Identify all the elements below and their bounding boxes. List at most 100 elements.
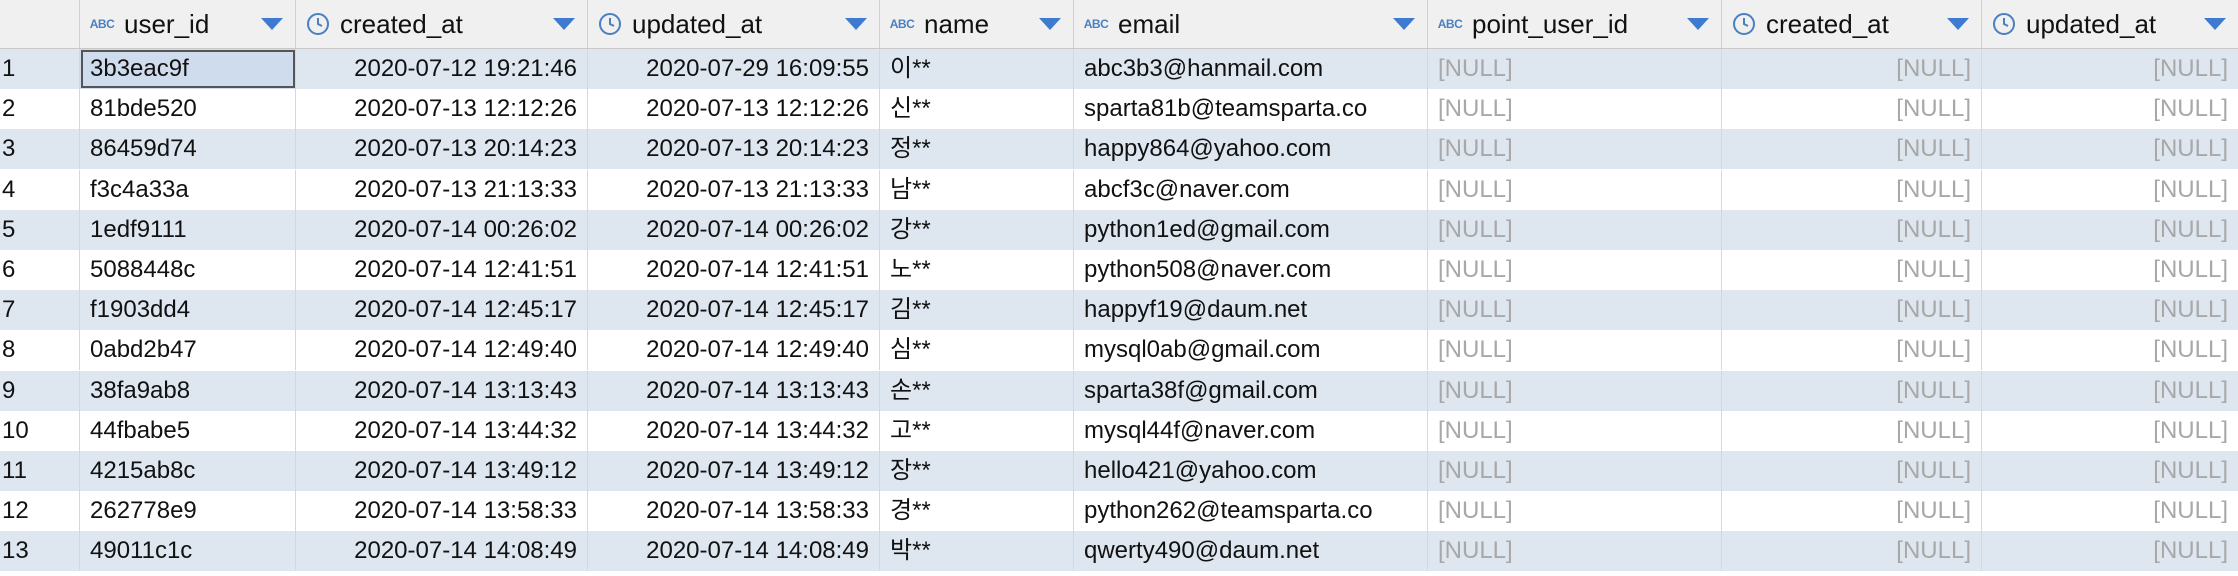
cell-created-at-2[interactable]: [NULL] (1722, 129, 1982, 170)
column-header-email[interactable]: ABC email (1074, 0, 1428, 48)
column-header-point-user-id[interactable]: ABC point_user_id (1428, 0, 1722, 48)
cell-point-user-id[interactable]: [NULL] (1428, 49, 1722, 89)
table-row[interactable]: 5 1edf9111 2020-07-14 00:26:02 2020-07-14 0… (0, 209, 2238, 250)
cell-created-at[interactable]: 2020-07-13 20:14:23 (296, 129, 588, 170)
cell-user-id[interactable]: 44fbabe5 (80, 410, 296, 451)
cell-updated-at[interactable]: 2020-07-14 13:58:33 (588, 491, 880, 532)
cell-updated-at-2[interactable]: [NULL] (1982, 210, 2238, 250)
cell-created-at[interactable]: 2020-07-14 13:49:12 (296, 451, 588, 491)
cell-user-id[interactable]: 1edf9111 (80, 209, 296, 250)
cell-point-user-id[interactable]: [NULL] (1428, 491, 1722, 532)
cell-created-at-2[interactable]: [NULL] (1722, 209, 1982, 250)
sort-arrow-icon[interactable] (553, 18, 575, 30)
cell-name[interactable]: 남** (880, 169, 1074, 210)
cell-updated-at-2[interactable]: [NULL] (1982, 371, 2238, 411)
cell-created-at[interactable]: 2020-07-13 12:12:26 (296, 89, 588, 130)
cell-email[interactable]: sparta81b@teamsparta.co (1074, 89, 1428, 130)
cell-updated-at-2[interactable]: [NULL] (1982, 411, 2238, 451)
column-header-updated-at[interactable]: updated_at (588, 0, 880, 48)
cell-email[interactable]: python508@naver.com (1074, 250, 1428, 290)
cell-updated-at-2[interactable]: [NULL] (1982, 531, 2238, 571)
cell-updated-at-2[interactable]: [NULL] (1982, 49, 2238, 89)
sort-arrow-icon[interactable] (261, 18, 283, 30)
cell-created-at-2[interactable]: [NULL] (1722, 491, 1982, 532)
cell-point-user-id[interactable]: [NULL] (1428, 330, 1722, 371)
cell-email[interactable]: mysql0ab@gmail.com (1074, 330, 1428, 371)
cell-updated-at[interactable]: 2020-07-29 16:09:55 (588, 49, 880, 89)
cell-created-at-2[interactable]: [NULL] (1722, 410, 1982, 451)
cell-created-at[interactable]: 2020-07-14 00:26:02 (296, 209, 588, 250)
row-number[interactable]: 2 (0, 89, 80, 130)
cell-updated-at[interactable]: 2020-07-14 14:08:49 (588, 531, 880, 572)
cell-email[interactable]: mysql44f@naver.com (1074, 410, 1428, 451)
cell-point-user-id[interactable]: [NULL] (1428, 209, 1722, 250)
cell-email[interactable]: sparta38f@gmail.com (1074, 370, 1428, 411)
cell-point-user-id[interactable]: [NULL] (1428, 451, 1722, 491)
cell-created-at[interactable]: 2020-07-14 12:49:40 (296, 330, 588, 371)
cell-updated-at-2[interactable]: [NULL] (1982, 129, 2238, 169)
cell-email[interactable]: abc3b3@hanmail.com (1074, 49, 1428, 89)
cell-name[interactable]: 강** (880, 209, 1074, 250)
cell-created-at-2[interactable]: [NULL] (1722, 370, 1982, 411)
cell-updated-at-2[interactable]: [NULL] (1982, 330, 2238, 370)
cell-name[interactable]: 노** (880, 250, 1074, 290)
table-row[interactable]: 1 3b3eac9f 2020-07-12 19:21:46 2020-07-29 1… (0, 49, 2238, 89)
sort-arrow-icon[interactable] (2204, 18, 2226, 30)
cell-user-id[interactable]: 262778e9 (80, 491, 296, 532)
row-number[interactable]: 5 (0, 209, 80, 250)
cell-created-at[interactable]: 2020-07-12 19:21:46 (296, 49, 588, 89)
cell-user-id[interactable]: 5088448c (80, 250, 296, 290)
cell-name[interactable]: 정** (880, 129, 1074, 170)
cell-user-id[interactable]: 3b3eac9f (80, 49, 296, 89)
cell-created-at-2[interactable]: [NULL] (1722, 169, 1982, 210)
cell-point-user-id[interactable]: [NULL] (1428, 531, 1722, 572)
cell-email[interactable]: python1ed@gmail.com (1074, 209, 1428, 250)
table-row[interactable]: 4 f3c4a33a 2020-07-13 21:13:33 2020-07-13 2… (0, 169, 2238, 210)
row-number[interactable]: 6 (0, 250, 80, 290)
table-row[interactable]: 3 86459d74 2020-07-13 20:14:23 2020-07-13 2… (0, 129, 2238, 170)
table-row[interactable]: 9 38fa9ab8 2020-07-14 13:13:43 2020-07-14 1… (0, 370, 2238, 411)
cell-point-user-id[interactable]: [NULL] (1428, 129, 1722, 170)
cell-updated-at-2[interactable]: [NULL] (1982, 89, 2238, 129)
cell-name[interactable]: 고** (880, 410, 1074, 451)
cell-created-at-2[interactable]: [NULL] (1722, 531, 1982, 572)
cell-updated-at[interactable]: 2020-07-13 20:14:23 (588, 129, 880, 170)
cell-created-at[interactable]: 2020-07-14 13:44:32 (296, 410, 588, 451)
cell-user-id[interactable]: 49011c1c (80, 531, 296, 572)
cell-updated-at[interactable]: 2020-07-13 21:13:33 (588, 169, 880, 210)
row-number-header[interactable] (0, 0, 80, 48)
cell-point-user-id[interactable]: [NULL] (1428, 169, 1722, 210)
sort-arrow-icon[interactable] (1393, 18, 1415, 30)
cell-user-id[interactable]: f3c4a33a (80, 169, 296, 210)
cell-email[interactable]: qwerty490@daum.net (1074, 531, 1428, 572)
cell-created-at-2[interactable]: [NULL] (1722, 49, 1982, 89)
cell-name[interactable]: 신** (880, 89, 1074, 130)
cell-point-user-id[interactable]: [NULL] (1428, 89, 1722, 130)
cell-created-at[interactable]: 2020-07-13 21:13:33 (296, 169, 588, 210)
column-header-user-id[interactable]: ABC user_id (80, 0, 296, 48)
cell-created-at-2[interactable]: [NULL] (1722, 330, 1982, 371)
cell-created-at[interactable]: 2020-07-14 13:13:43 (296, 370, 588, 411)
cell-updated-at[interactable]: 2020-07-13 12:12:26 (588, 89, 880, 130)
cell-updated-at-2[interactable]: [NULL] (1982, 250, 2238, 290)
table-row[interactable]: 7 f1903dd4 2020-07-14 12:45:17 2020-07-14 1… (0, 290, 2238, 331)
sort-arrow-icon[interactable] (1947, 18, 1969, 30)
row-number[interactable]: 12 (0, 491, 80, 532)
cell-created-at[interactable]: 2020-07-14 12:41:51 (296, 250, 588, 290)
cell-name[interactable]: 이** (880, 49, 1074, 89)
cell-email[interactable]: abcf3c@naver.com (1074, 169, 1428, 210)
cell-created-at-2[interactable]: [NULL] (1722, 250, 1982, 290)
row-number[interactable]: 4 (0, 169, 80, 210)
cell-user-id[interactable]: 81bde520 (80, 89, 296, 130)
cell-updated-at[interactable]: 2020-07-14 13:13:43 (588, 370, 880, 411)
row-number[interactable]: 10 (0, 410, 80, 451)
table-row[interactable]: 13 49011c1c 2020-07-14 14:08:49 2020-07-14 … (0, 531, 2238, 572)
table-row[interactable]: 11 4215ab8c 2020-07-14 13:49:12 2020-07-14 … (0, 451, 2238, 491)
cell-created-at[interactable]: 2020-07-14 13:58:33 (296, 491, 588, 532)
cell-updated-at[interactable]: 2020-07-14 12:41:51 (588, 250, 880, 290)
cell-updated-at[interactable]: 2020-07-14 13:44:32 (588, 410, 880, 451)
column-header-created-at-2[interactable]: created_at (1722, 0, 1982, 48)
table-row[interactable]: 2 81bde520 2020-07-13 12:12:26 2020-07-13 1… (0, 89, 2238, 130)
cell-point-user-id[interactable]: [NULL] (1428, 290, 1722, 331)
column-header-name[interactable]: ABC name (880, 0, 1074, 48)
